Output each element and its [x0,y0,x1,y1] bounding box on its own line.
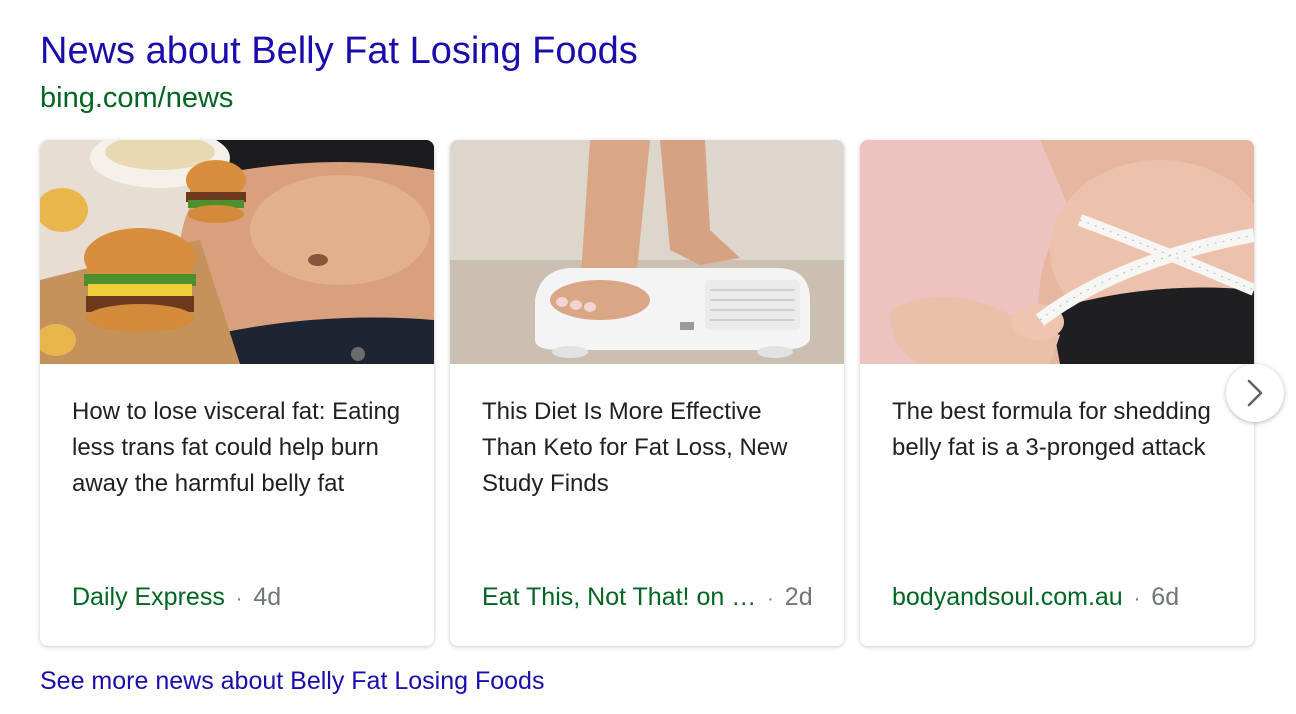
news-card-meta: Daily Express · 4d [72,580,412,616]
waist-measuring-tape-image [860,140,1254,364]
meta-separator: · [1133,588,1141,610]
news-card-source: Daily Express [72,583,225,611]
news-card-3[interactable]: The best formula for shedding belly fat … [860,140,1254,646]
carousel-next-button[interactable] [1226,364,1284,422]
news-card-2[interactable]: This Diet Is More Effective Than Keto fo… [450,140,844,646]
news-card-headline[interactable]: The best formula for shedding belly fat … [892,394,1230,466]
meta-separator: · [767,588,774,610]
news-card-source: bodyandsoul.com.au [892,583,1123,611]
news-card-source: Eat This, Not That! on … [482,583,757,611]
news-card-meta: Eat This, Not That! on … · 2d [482,580,822,616]
news-card-headline[interactable]: This Diet Is More Effective Than Keto fo… [482,394,820,502]
news-card-age: 2d [784,583,813,611]
see-more-news-link[interactable]: See more news about Belly Fat Losing Foo… [40,664,544,698]
news-card-headline[interactable]: How to lose visceral fat: Eating less tr… [72,394,410,502]
news-card-1[interactable]: How to lose visceral fat: Eating less tr… [40,140,434,646]
news-carousel-module: News about Belly Fat Losing Foods bing.c… [0,0,1296,714]
news-card-age: 4d [253,583,282,611]
feet-on-scale-image [450,140,844,364]
news-carousel: How to lose visceral fat: Eating less tr… [40,140,1256,648]
news-card-age: 6d [1151,583,1180,611]
belly-and-burgers-image [40,140,434,364]
news-section-title-link[interactable]: News about Belly Fat Losing Foods [40,28,638,74]
news-source-url: bing.com/news [40,82,234,114]
news-card-meta: bodyandsoul.com.au · 6d [892,580,1232,616]
chevron-right-icon [1247,379,1263,407]
meta-separator: · [235,588,243,610]
